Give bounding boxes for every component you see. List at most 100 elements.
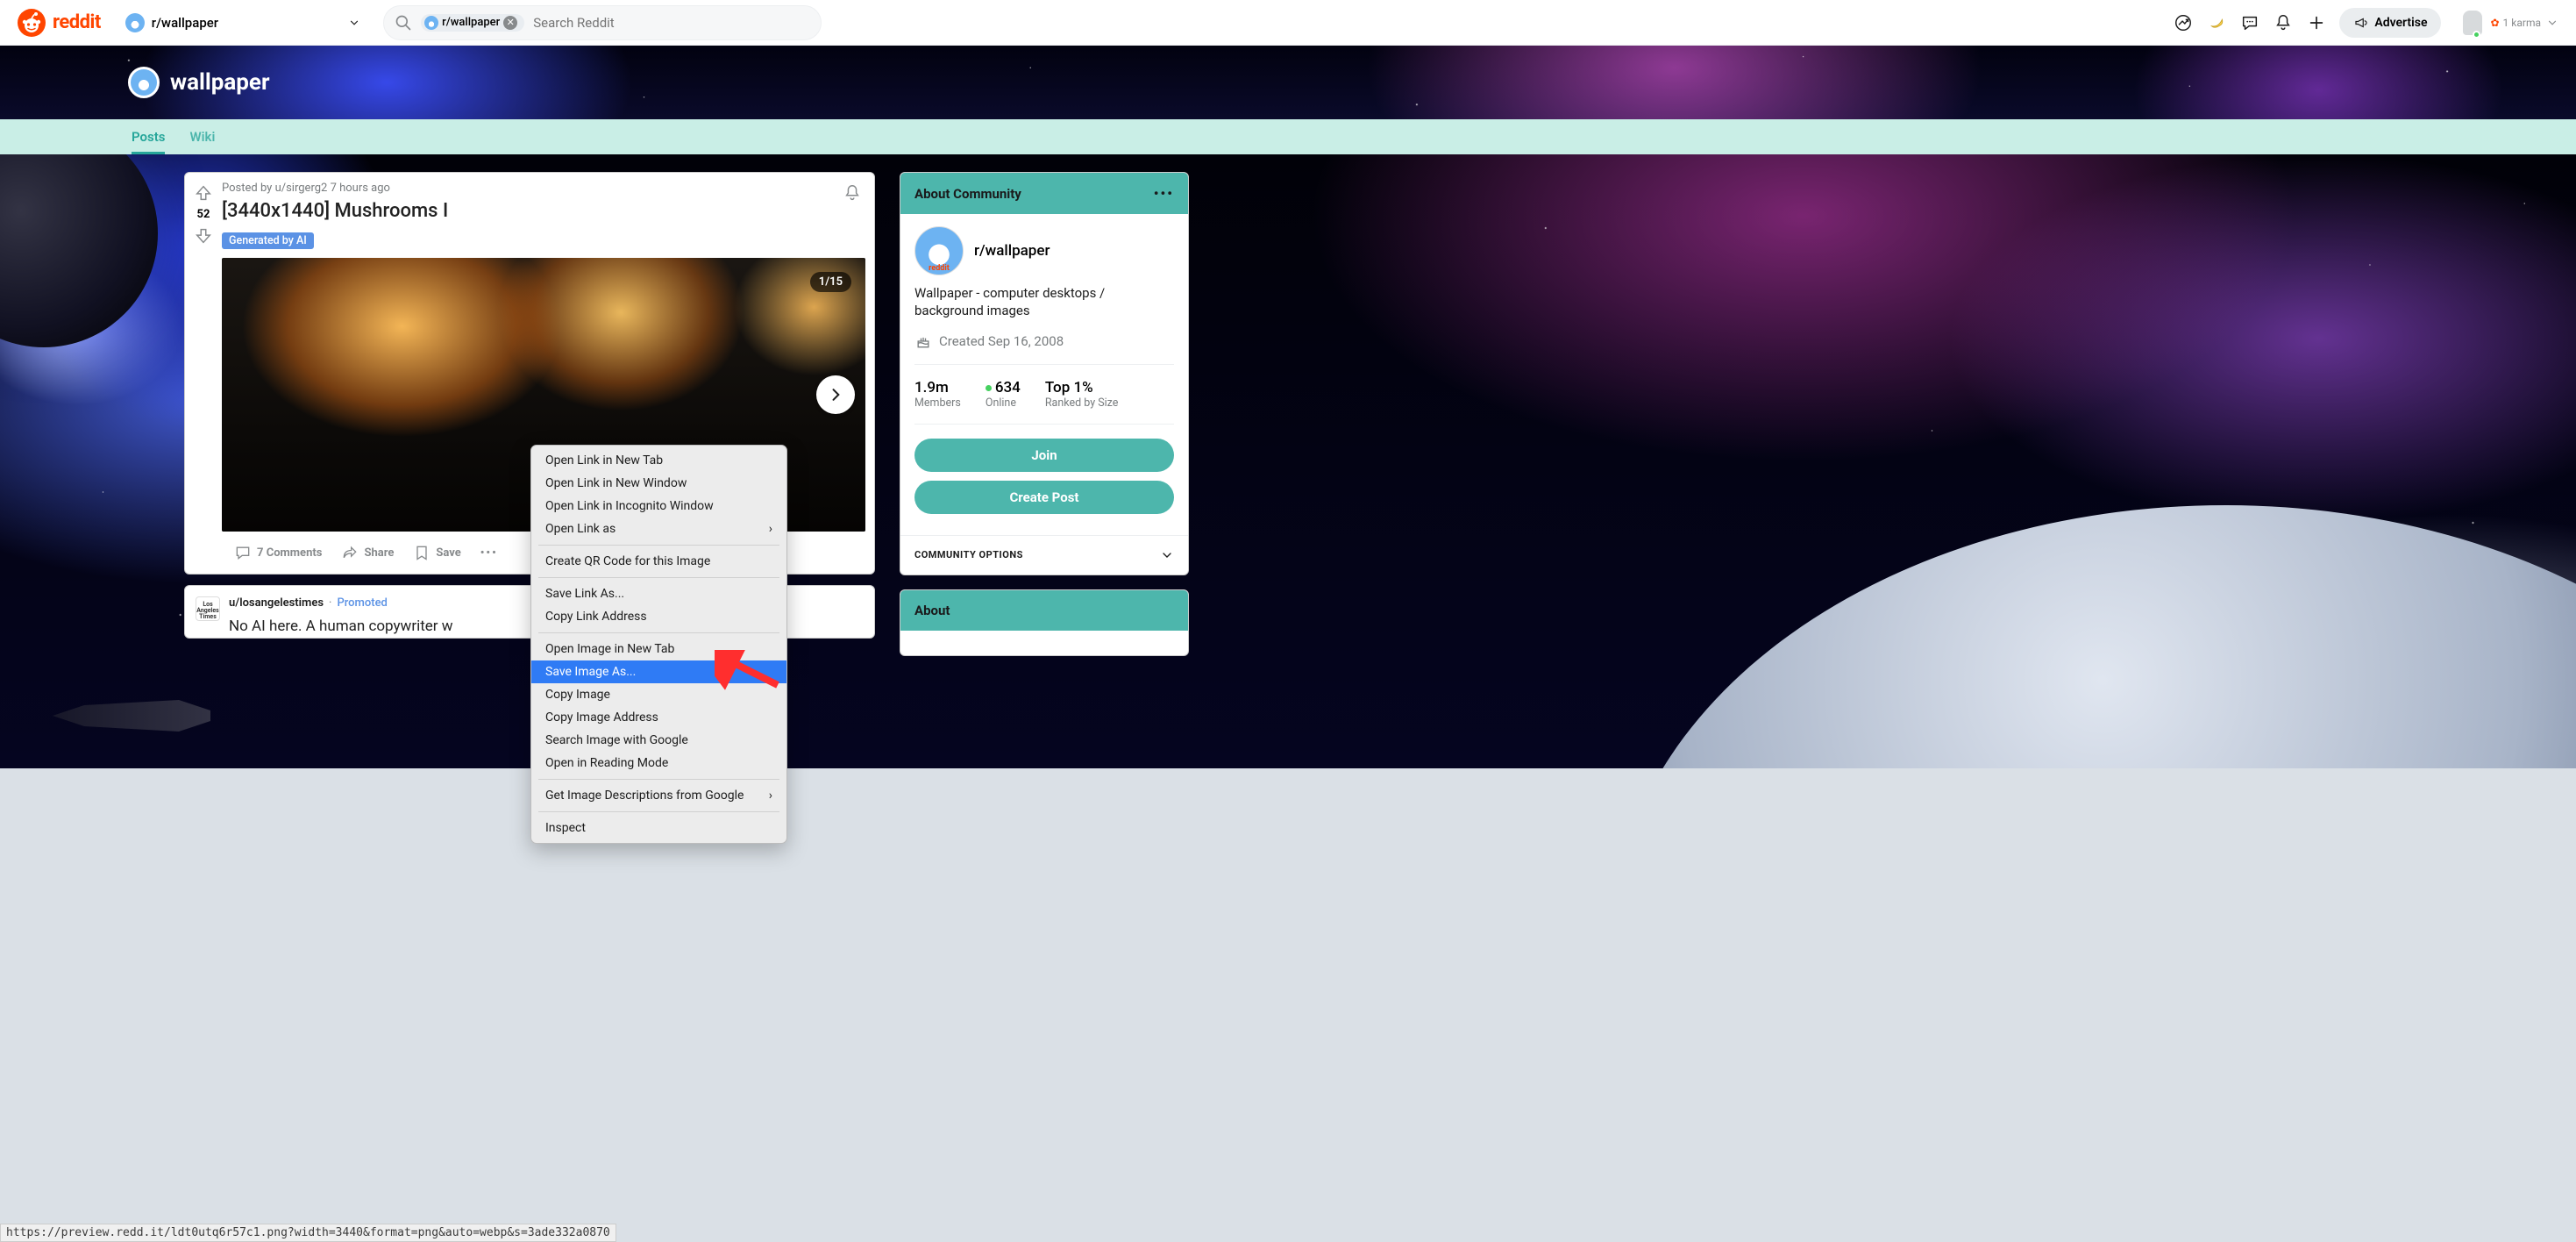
next-image-button[interactable]: [816, 375, 855, 414]
advertise-button[interactable]: Advertise: [2339, 8, 2441, 38]
more-actions-button[interactable]: •••: [473, 541, 505, 565]
context-menu-item[interactable]: Open in Reading Mode: [531, 752, 786, 774]
chevron-right-icon: [827, 386, 844, 403]
user-avatar: [2460, 9, 2485, 37]
search-input[interactable]: [533, 15, 810, 31]
chevron-down-icon: [348, 17, 360, 29]
submenu-chevron-icon: ›: [769, 789, 772, 803]
post-flair[interactable]: Generated by AI: [222, 232, 314, 249]
context-menu-item[interactable]: Copy Image: [531, 683, 786, 706]
context-menu-item[interactable]: Open Link in New Tab: [531, 449, 786, 472]
sidebar-community-name[interactable]: r/wallpaper: [974, 242, 1050, 260]
community-banner-title: wallpaper: [170, 69, 270, 96]
post-author-link[interactable]: u/sirgerg2: [275, 182, 328, 195]
comments-button[interactable]: 7 Comments: [227, 539, 329, 567]
page-body: 52 Posted by u/sirgerg2 7 hours ago [344…: [0, 154, 2576, 768]
community-description: Wallpaper - computer desktops / backgrou…: [914, 284, 1174, 320]
vote-column: 52: [185, 173, 222, 574]
search-scope-token[interactable]: r/wallpaper ✕: [421, 14, 524, 32]
karma-gear-icon: ✿: [2490, 17, 2499, 29]
context-menu-item[interactable]: Open Link in New Window: [531, 472, 786, 495]
remove-token-icon[interactable]: ✕: [503, 16, 517, 30]
sidebar: About Community ••• r/wallpaper Wallpape…: [900, 172, 1189, 656]
search-bar[interactable]: r/wallpaper ✕: [383, 5, 822, 40]
create-post-icon[interactable]: [2306, 12, 2327, 33]
community-options-toggle[interactable]: COMMUNITY OPTIONS: [900, 535, 1188, 575]
follow-post-icon[interactable]: [843, 183, 862, 203]
search-token-label: r/wallpaper: [442, 16, 500, 29]
share-icon: [341, 544, 359, 561]
context-menu-separator: [538, 632, 779, 633]
megaphone-icon: [2353, 15, 2369, 31]
browser-status-bar: https://preview.redd.it/ldt0utq6r57c1.pn…: [0, 1224, 616, 1242]
cake-icon: [914, 332, 932, 350]
context-menu[interactable]: Open Link in New TabOpen Link in New Win…: [530, 445, 787, 844]
notifications-icon[interactable]: [2273, 12, 2294, 33]
context-menu-separator: [538, 577, 779, 578]
post-title[interactable]: [3440x1440] Mushrooms I: [222, 200, 865, 222]
promoted-author[interactable]: u/losangelestimes: [229, 596, 324, 610]
about-community-card: About Community ••• r/wallpaper Wallpape…: [900, 172, 1189, 575]
community-banner-icon[interactable]: [128, 67, 160, 98]
snoo-icon: [18, 9, 46, 37]
comment-icon: [234, 544, 252, 561]
user-menu[interactable]: ✿ 1 karma: [2460, 9, 2558, 37]
reddit-logo[interactable]: reddit: [18, 9, 101, 37]
context-menu-separator: [538, 811, 779, 812]
tab-posts[interactable]: Posts: [132, 119, 165, 154]
search-wrap: r/wallpaper ✕: [383, 5, 822, 40]
post-meta: Posted by u/sirgerg2 7 hours ago: [222, 182, 865, 195]
context-menu-item[interactable]: Create QR Code for this Image: [531, 550, 786, 573]
about-community-header: About Community •••: [900, 173, 1188, 214]
context-menu-item[interactable]: Open Link in Incognito Window: [531, 495, 786, 518]
share-button[interactable]: Share: [334, 539, 401, 567]
save-button[interactable]: Save: [406, 539, 467, 567]
about-header: About: [900, 590, 1188, 631]
karma-text: 1 karma: [2503, 17, 2541, 29]
tab-wiki[interactable]: Wiki: [189, 119, 215, 154]
community-more-icon[interactable]: •••: [1154, 185, 1174, 202]
upvote-button[interactable]: [194, 183, 213, 203]
stat-rank: Top 1% Ranked by Size: [1045, 379, 1119, 410]
image-counter: 1/15: [810, 272, 851, 292]
bookmark-icon: [413, 544, 431, 561]
user-chevron-icon: [2546, 17, 2558, 29]
context-menu-item[interactable]: Search Image with Google: [531, 729, 786, 752]
token-community-icon: [424, 16, 438, 30]
search-icon: [395, 14, 412, 32]
context-menu-item[interactable]: Open Link as›: [531, 518, 786, 540]
context-menu-item[interactable]: Copy Image Address: [531, 706, 786, 729]
context-menu-item[interactable]: Save Link As...: [531, 582, 786, 605]
context-menu-separator: [538, 779, 779, 780]
community-icon-mini: [125, 13, 145, 32]
context-menu-item[interactable]: Save Image As...: [531, 660, 786, 683]
context-menu-item[interactable]: Get Image Descriptions from Google›: [531, 784, 786, 807]
promoted-thumbnail: LosAngelesTimes: [196, 596, 220, 621]
community-tabs: Posts Wiki: [0, 119, 2576, 154]
context-menu-item[interactable]: Copy Link Address: [531, 605, 786, 628]
about-card: About: [900, 589, 1189, 656]
online-dot-icon: [2473, 31, 2480, 39]
banana-icon[interactable]: [2206, 12, 2227, 33]
context-menu-item[interactable]: Inspect: [531, 817, 786, 839]
community-dropdown-label: r/wallpaper: [152, 15, 218, 31]
karma-line: ✿ 1 karma: [2490, 17, 2541, 29]
downvote-button[interactable]: [194, 226, 213, 246]
post-score: 52: [197, 208, 210, 221]
community-stats: 1.9m Members 634 Online Top 1% Ranked by…: [914, 379, 1174, 410]
chevron-down-icon: [1160, 548, 1174, 562]
create-post-button[interactable]: Create Post: [914, 481, 1174, 514]
sidebar-community-icon[interactable]: [914, 226, 964, 275]
top-header: reddit r/wallpaper r/wallpaper ✕ Adverti…: [0, 0, 2576, 46]
community-created: Created Sep 16, 2008: [914, 332, 1174, 350]
community-banner: wallpaper: [0, 46, 2576, 119]
stat-online: 634 Online: [986, 379, 1021, 410]
dots-icon: •••: [480, 546, 498, 560]
online-indicator-icon: [986, 385, 992, 391]
join-button[interactable]: Join: [914, 439, 1174, 472]
chat-icon[interactable]: [2239, 12, 2260, 33]
community-dropdown[interactable]: r/wallpaper: [118, 10, 367, 36]
context-menu-item[interactable]: Open Image in New Tab: [531, 638, 786, 660]
submenu-chevron-icon: ›: [769, 522, 772, 536]
popular-icon[interactable]: [2173, 12, 2194, 33]
